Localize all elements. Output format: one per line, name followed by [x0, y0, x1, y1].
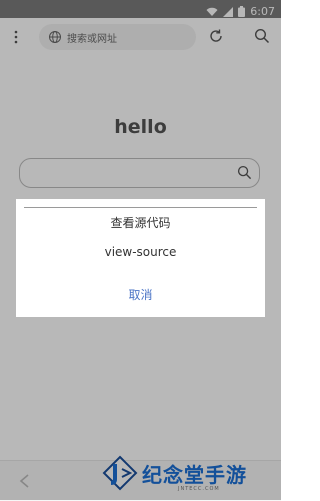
dialog-option-view-source-url[interactable]: view-source: [16, 245, 265, 259]
dialog-option-view-source[interactable]: 查看源代码: [16, 214, 265, 231]
dialog-divider: [24, 207, 257, 208]
context-dialog: 查看源代码 view-source 取消: [16, 199, 265, 317]
cancel-button[interactable]: 取消: [16, 286, 265, 303]
